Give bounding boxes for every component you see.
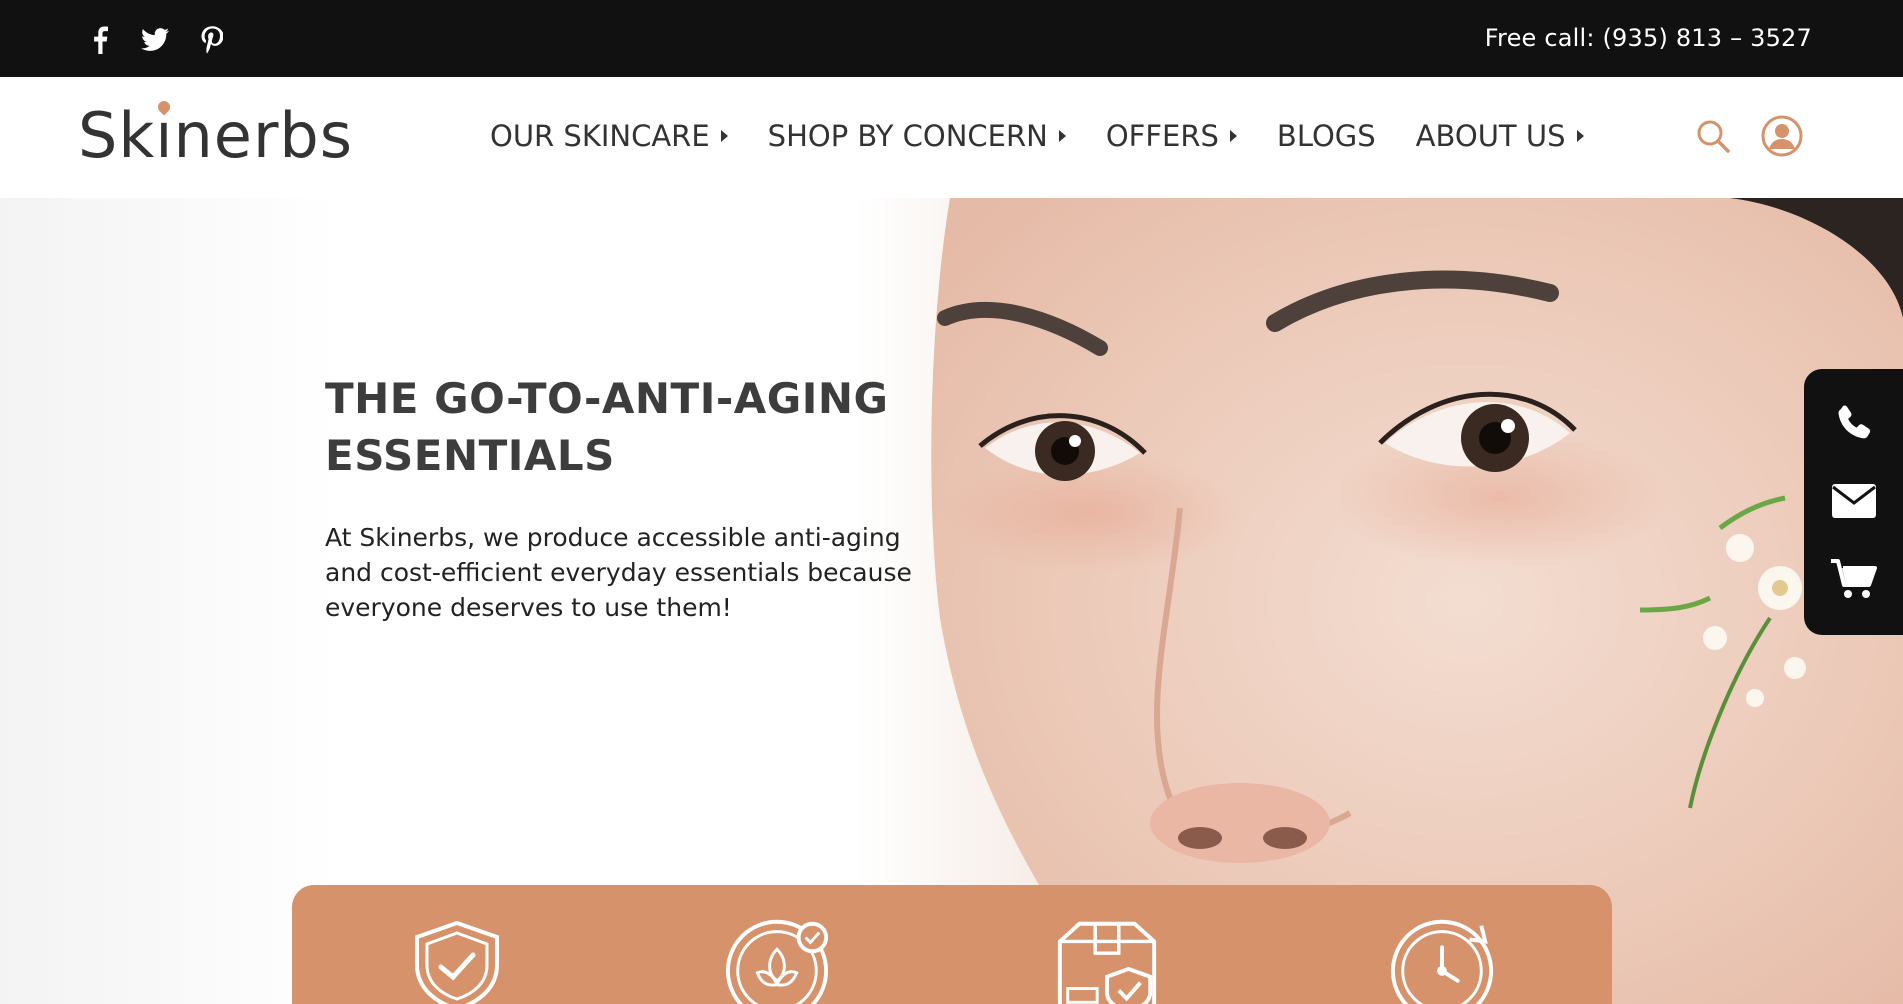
- top-bar: Free call: (935) 813 – 3527: [0, 0, 1903, 77]
- nav-shop-by-concern[interactable]: SHOP BY CONCERN: [768, 119, 1066, 153]
- shield-check-icon: [402, 919, 512, 1004]
- caret-right-icon: [1576, 130, 1584, 142]
- site-header: Skınerbs OUR SKINCARE SHOP BY CONCERN OF…: [0, 77, 1903, 198]
- clock-refresh-icon: [1387, 919, 1497, 1004]
- hero-description: At Skinerbs, we produce accessible anti-…: [325, 523, 912, 622]
- cart-icon[interactable]: [1830, 555, 1878, 603]
- caret-right-icon: [1058, 130, 1066, 142]
- nav-about-us[interactable]: ABOUT US: [1416, 119, 1584, 153]
- nav-label: OFFERS: [1105, 119, 1219, 153]
- box-shield-icon: [1052, 919, 1162, 1004]
- nav-label: SHOP BY CONCERN: [767, 119, 1048, 153]
- site-logo[interactable]: Skınerbs: [78, 99, 353, 172]
- main-nav: OUR SKINCARE SHOP BY CONCERN OFFERS BLOG…: [490, 119, 1624, 153]
- twitter-icon[interactable]: [137, 22, 173, 58]
- contact-widget: [1804, 369, 1903, 635]
- caret-right-icon: [720, 130, 728, 142]
- mail-icon[interactable]: [1830, 477, 1878, 525]
- facebook-icon[interactable]: [82, 22, 118, 58]
- leaf-check-icon: [722, 919, 832, 1004]
- hero-title: THE GO-TO-ANTI-AGING ESSENTIALS: [325, 374, 889, 480]
- nav-our-skincare[interactable]: OUR SKINCARE: [490, 119, 728, 153]
- features-band: [292, 885, 1612, 1004]
- nav-label: ABOUT US: [1415, 119, 1566, 153]
- pinterest-icon[interactable]: [194, 22, 230, 58]
- hero-section: THE GO-TO-ANTI-AGING ESSENTIALS At Skine…: [0, 198, 1903, 1004]
- phone-icon[interactable]: [1830, 399, 1878, 447]
- nav-label: OUR SKINCARE: [490, 119, 710, 153]
- search-icon[interactable]: [1691, 114, 1735, 158]
- caret-right-icon: [1229, 130, 1237, 142]
- nav-blogs[interactable]: BLOGS: [1277, 119, 1376, 153]
- nav-label: BLOGS: [1276, 119, 1376, 153]
- user-icon[interactable]: [1760, 114, 1804, 158]
- free-call-number[interactable]: Free call: (935) 813 – 3527: [1485, 24, 1812, 52]
- nav-offers[interactable]: OFFERS: [1106, 119, 1237, 153]
- hero-face-image: [931, 198, 1903, 1004]
